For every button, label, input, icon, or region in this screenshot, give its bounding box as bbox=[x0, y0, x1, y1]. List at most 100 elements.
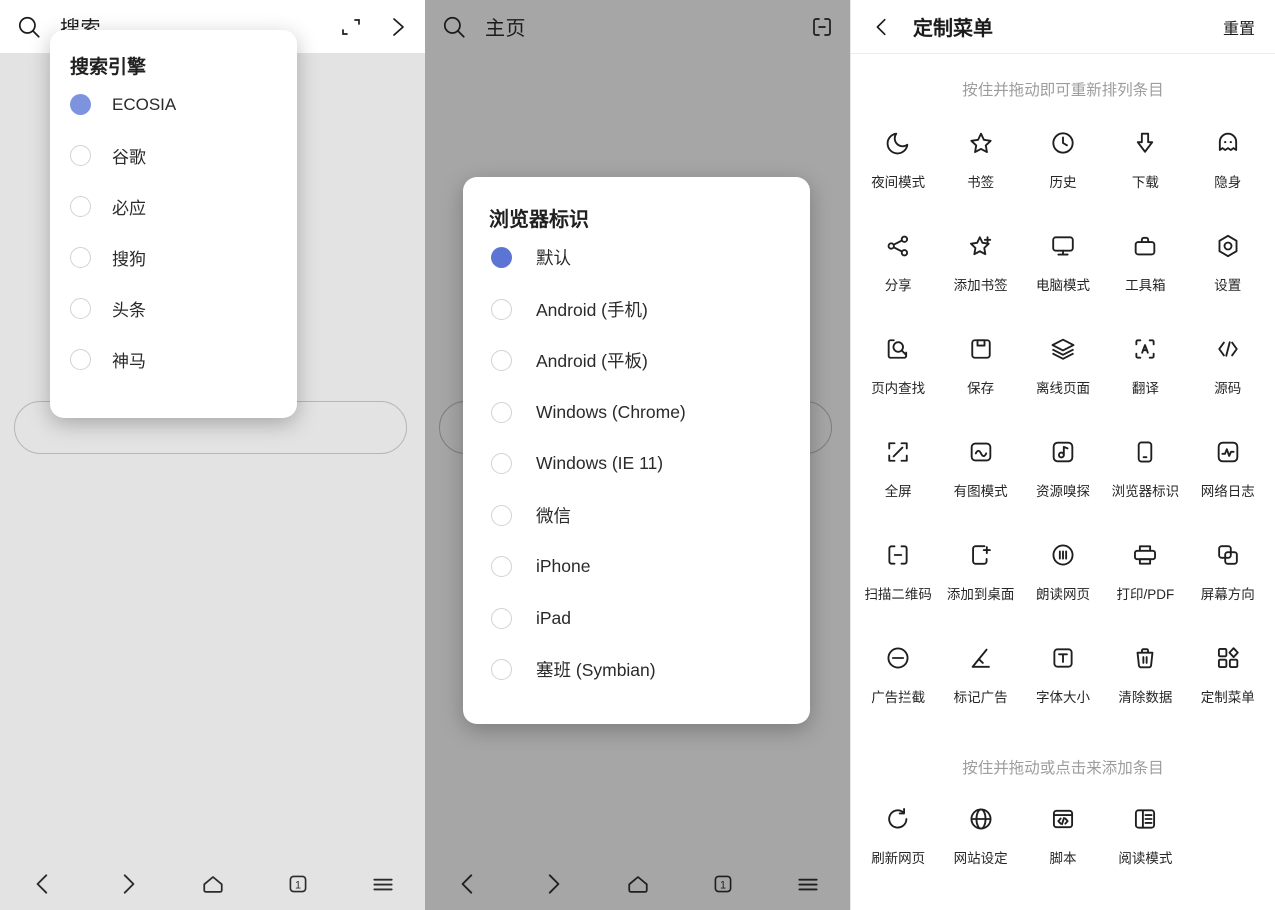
list-item[interactable]: iPhone bbox=[463, 541, 810, 593]
menu-item-customise-menu[interactable]: 定制菜单 bbox=[1187, 633, 1269, 736]
nav-back-button[interactable] bbox=[15, 862, 71, 906]
available-item-site-settings[interactable]: 网站设定 bbox=[939, 794, 1021, 897]
radio-icon[interactable] bbox=[70, 349, 91, 370]
menu-item-scan-qr[interactable]: 扫描二维码 bbox=[857, 530, 939, 633]
hexagon-gear-icon bbox=[1214, 229, 1242, 263]
nav-menu-button[interactable] bbox=[355, 862, 411, 906]
radio-icon[interactable] bbox=[491, 659, 512, 681]
list-item[interactable]: 塞班 (Symbian) bbox=[463, 644, 810, 696]
menu-item-translate[interactable]: 翻译 bbox=[1104, 324, 1186, 427]
menu-item-screen-orientation[interactable]: 屏幕方向 bbox=[1187, 530, 1269, 633]
menu-item-label: 资源嗅探 bbox=[1035, 484, 1090, 499]
menu-item-save[interactable]: 保存 bbox=[939, 324, 1021, 427]
menu-item-settings[interactable]: 设置 bbox=[1187, 221, 1269, 324]
nav-back-button[interactable] bbox=[440, 862, 496, 906]
menu-item-add-to-desktop[interactable]: 添加到桌面 bbox=[939, 530, 1021, 633]
radio-selected-icon[interactable] bbox=[70, 94, 91, 115]
list-item[interactable]: 搜狗 bbox=[50, 232, 297, 283]
menu-item-label: 全屏 bbox=[884, 484, 912, 499]
menu-item-desktop-mode[interactable]: 电脑模式 bbox=[1022, 221, 1104, 324]
nav-home-button[interactable] bbox=[610, 862, 666, 906]
radio-icon[interactable] bbox=[491, 556, 512, 578]
scan-frame-icon[interactable] bbox=[339, 15, 363, 39]
download-arrow-icon bbox=[1131, 126, 1159, 160]
list-item[interactable]: Windows (Chrome) bbox=[463, 387, 810, 439]
nav-forward-button[interactable] bbox=[525, 862, 581, 906]
menu-item-incognito[interactable]: 隐身 bbox=[1187, 118, 1269, 221]
list-item[interactable]: Android (手机) bbox=[463, 284, 810, 336]
nav-tabs-button[interactable]: 1 bbox=[270, 862, 326, 906]
chevron-right-icon[interactable] bbox=[385, 15, 409, 39]
radio-icon[interactable] bbox=[70, 196, 91, 217]
menu-item-downloads[interactable]: 下载 bbox=[1104, 118, 1186, 221]
radio-icon[interactable] bbox=[491, 453, 512, 475]
menu-item-print-pdf[interactable]: 打印/PDF bbox=[1104, 530, 1186, 633]
radio-icon[interactable] bbox=[491, 401, 512, 423]
radio-icon[interactable] bbox=[70, 298, 91, 319]
menu-item-label: 朗读网页 bbox=[1035, 587, 1090, 602]
menu-item-label: 定制菜单 bbox=[1200, 690, 1255, 705]
menu-item-label: 夜间模式 bbox=[871, 175, 926, 190]
menu-item-share[interactable]: 分享 bbox=[857, 221, 939, 324]
menu-item-ad-block[interactable]: 广告拦截 bbox=[857, 633, 939, 736]
ghost-incognito-icon bbox=[1214, 126, 1242, 160]
menu-item-image-mode[interactable]: 有图模式 bbox=[939, 427, 1021, 530]
menu-item-read-aloud[interactable]: 朗读网页 bbox=[1022, 530, 1104, 633]
menu-item-clear-data[interactable]: 清除数据 bbox=[1104, 633, 1186, 736]
radio-icon[interactable] bbox=[70, 247, 91, 268]
list-item[interactable]: ECOSIA bbox=[50, 79, 297, 130]
menu-item-history[interactable]: 历史 bbox=[1022, 118, 1104, 221]
nav-forward-button[interactable] bbox=[100, 862, 156, 906]
menu-item-network-log[interactable]: 网络日志 bbox=[1187, 427, 1269, 530]
menu-item-bookmarks[interactable]: 书签 bbox=[939, 118, 1021, 221]
list-item[interactable]: Windows (IE 11) bbox=[463, 438, 810, 490]
menu-item-font-size[interactable]: 字体大小 bbox=[1022, 633, 1104, 736]
radio-icon[interactable] bbox=[491, 504, 512, 526]
menu-item-media-sniffer[interactable]: 资源嗅探 bbox=[1022, 427, 1104, 530]
option-label: 必应 bbox=[112, 199, 146, 218]
radio-selected-icon[interactable] bbox=[491, 247, 512, 269]
nav-tabs-button[interactable]: 1 bbox=[695, 862, 751, 906]
home-label[interactable]: 主页 bbox=[485, 12, 526, 41]
nav-home-button[interactable] bbox=[185, 862, 241, 906]
menu-item-toolbox[interactable]: 工具箱 bbox=[1104, 221, 1186, 324]
list-item[interactable]: 头条 bbox=[50, 283, 297, 334]
menu-item-mark-ad[interactable]: 标记广告 bbox=[939, 633, 1021, 736]
menu-item-night-mode[interactable]: 夜间模式 bbox=[857, 118, 939, 221]
list-item[interactable]: Android (平板) bbox=[463, 335, 810, 387]
grid-customise-icon bbox=[1214, 641, 1242, 675]
list-item[interactable]: 谷歌 bbox=[50, 130, 297, 181]
svg-text:1: 1 bbox=[719, 879, 725, 891]
qr-scan-icon[interactable] bbox=[810, 15, 834, 39]
list-item[interactable]: 必应 bbox=[50, 181, 297, 232]
option-label: Windows (Chrome) bbox=[536, 401, 686, 422]
option-label: 搜狗 bbox=[112, 250, 146, 269]
chevron-left-icon[interactable] bbox=[871, 16, 893, 38]
search-icon[interactable] bbox=[441, 14, 467, 40]
menu-item-label: 阅读模式 bbox=[1118, 851, 1173, 866]
list-item[interactable]: iPad bbox=[463, 593, 810, 645]
radio-icon[interactable] bbox=[491, 350, 512, 372]
customise-menu-header: 定制菜单 重置 bbox=[851, 0, 1275, 54]
reset-button[interactable]: 重置 bbox=[1223, 15, 1255, 39]
menu-item-find-in-page[interactable]: 页内查找 bbox=[857, 324, 939, 427]
available-item-scripts[interactable]: 脚本 bbox=[1022, 794, 1104, 897]
list-item[interactable]: 微信 bbox=[463, 490, 810, 542]
option-label: 塞班 (Symbian) bbox=[536, 660, 656, 681]
menu-item-offline-pages[interactable]: 离线页面 bbox=[1022, 324, 1104, 427]
available-item-reader-mode[interactable]: 阅读模式 bbox=[1104, 794, 1186, 897]
menu-item-fullscreen[interactable]: 全屏 bbox=[857, 427, 939, 530]
list-item[interactable]: 神马 bbox=[50, 334, 297, 385]
search-icon[interactable] bbox=[16, 14, 42, 40]
list-item[interactable]: 默认 bbox=[463, 232, 810, 284]
available-item-refresh[interactable]: 刷新网页 bbox=[857, 794, 939, 897]
nav-menu-button[interactable] bbox=[780, 862, 836, 906]
radio-icon[interactable] bbox=[70, 145, 91, 166]
menu-item-add-bookmark[interactable]: 添加书签 bbox=[939, 221, 1021, 324]
user-agent-phone-icon bbox=[1131, 435, 1159, 469]
menu-item-user-agent[interactable]: 浏览器标识 bbox=[1104, 427, 1186, 530]
radio-icon[interactable] bbox=[491, 298, 512, 320]
panel-customise-menu: 定制菜单 重置 按住并拖动即可重新排列条目 夜间模式 书签 历史 下载 隐身 分… bbox=[850, 0, 1275, 910]
menu-item-source-code[interactable]: 源码 bbox=[1187, 324, 1269, 427]
radio-icon[interactable] bbox=[491, 607, 512, 629]
